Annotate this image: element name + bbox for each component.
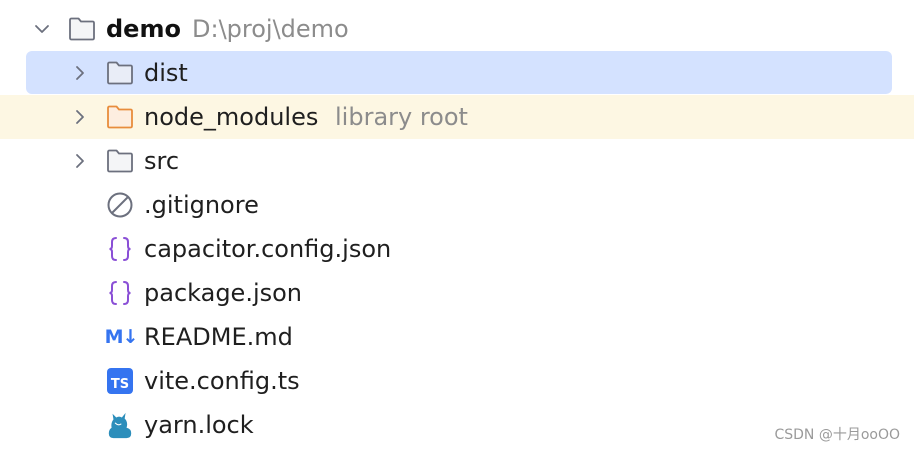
folder-icon	[106, 59, 134, 87]
chevron-down-icon[interactable]	[34, 21, 50, 37]
tree-item-label: README.md	[144, 323, 293, 351]
tree-row-gitignore[interactable]: .gitignore	[0, 183, 914, 227]
markdown-icon-text: M↓	[104, 326, 139, 348]
folder-icon	[68, 15, 96, 43]
root-folder-name: demo	[106, 15, 181, 43]
tree-item-label: dist	[144, 59, 188, 87]
folder-icon	[106, 147, 134, 175]
watermark: CSDN @十月ooOO	[774, 427, 900, 443]
tree-item-label: vite.config.ts	[144, 367, 300, 395]
tree-item-label: .gitignore	[144, 191, 259, 219]
markdown-icon: M↓	[104, 323, 139, 351]
tree-item-label: capacitor.config.json	[144, 235, 392, 263]
typescript-icon-text: TS	[110, 376, 130, 392]
chevron-right-icon[interactable]	[72, 153, 88, 169]
root-folder-path: D:\proj\demo	[192, 15, 349, 43]
tree-row-src[interactable]: src	[0, 139, 914, 183]
tree-item-label: package.json	[144, 279, 303, 307]
ignored-file-icon	[106, 191, 134, 219]
project-tree: demo D:\proj\demo dist node_modules libr…	[0, 0, 914, 452]
tree-row-node-modules[interactable]: node_modules library root	[0, 95, 914, 139]
chevron-right-icon[interactable]	[72, 109, 88, 125]
tree-row-dist[interactable]: dist	[0, 51, 914, 95]
library-root-hint: library root	[335, 103, 468, 131]
tree-row-vite-config[interactable]: TS vite.config.ts	[0, 359, 914, 403]
yarn-cat-icon	[106, 409, 134, 441]
tree-item-label: src	[144, 147, 180, 175]
json-braces-icon	[106, 235, 134, 263]
tree-item-label: node_modules	[144, 103, 319, 131]
tree-row-root[interactable]: demo D:\proj\demo	[0, 7, 914, 51]
typescript-icon: TS	[107, 368, 133, 394]
tree-row-package-json[interactable]: package.json	[0, 271, 914, 315]
tree-item-label: yarn.lock	[144, 411, 254, 439]
chevron-right-icon[interactable]	[72, 65, 88, 81]
json-braces-icon	[106, 279, 134, 307]
tree-row-capacitor-config[interactable]: capacitor.config.json	[0, 227, 914, 271]
folder-orange-icon	[106, 103, 134, 131]
tree-row-readme[interactable]: M↓ README.md	[0, 315, 914, 359]
